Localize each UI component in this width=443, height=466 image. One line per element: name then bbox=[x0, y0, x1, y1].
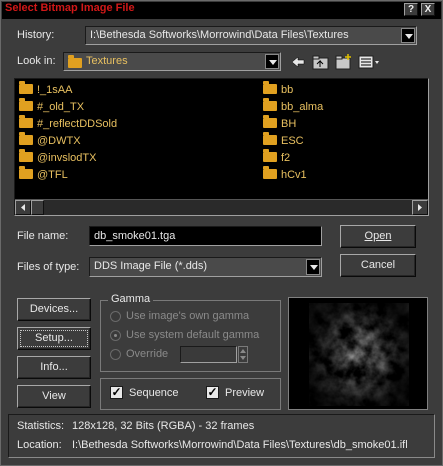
window-title: Select Bitmap Image File bbox=[5, 2, 135, 14]
chevron-down-icon[interactable] bbox=[306, 259, 320, 275]
devices-button[interactable]: Devices... bbox=[17, 298, 91, 321]
filename-label: File name: bbox=[17, 230, 69, 242]
open-button[interactable]: Open bbox=[340, 225, 416, 248]
gamma-override-radio[interactable] bbox=[110, 349, 121, 360]
gamma-spinner[interactable] bbox=[238, 346, 248, 363]
gamma-override-label: Override bbox=[126, 348, 169, 360]
location-label: Location: bbox=[17, 439, 62, 451]
info-button[interactable]: Info... bbox=[17, 356, 91, 379]
sequence-label: Sequence bbox=[129, 387, 179, 399]
gamma-title: Gamma bbox=[108, 293, 154, 305]
smoke-texture-image bbox=[289, 298, 427, 409]
spinner-arrows-icon bbox=[240, 349, 246, 360]
view-button[interactable]: View bbox=[17, 385, 91, 408]
view-menu-icon[interactable] bbox=[358, 53, 379, 71]
horizontal-scrollbar[interactable] bbox=[15, 199, 428, 215]
folder-icon bbox=[263, 149, 277, 162]
filetype-combo[interactable]: DDS Image File (*.dds) bbox=[89, 257, 322, 277]
setup-button[interactable]: Setup... bbox=[17, 327, 91, 350]
folder-icon bbox=[263, 115, 277, 128]
folder-icon bbox=[263, 132, 277, 145]
list-item[interactable]: hCv1 bbox=[263, 166, 307, 185]
list-item[interactable]: !_1sAA bbox=[19, 81, 72, 100]
list-item[interactable]: @DWTX bbox=[19, 132, 81, 151]
history-combo[interactable]: I:\Bethesda Softworks\Morrowind\Data Fil… bbox=[85, 26, 417, 45]
folder-icon bbox=[19, 149, 33, 162]
folder-icon bbox=[19, 81, 33, 94]
folder-icon bbox=[19, 115, 33, 128]
folder-icon bbox=[263, 81, 277, 94]
preview-checkbox[interactable]: ✓ bbox=[206, 386, 219, 399]
close-button[interactable]: X bbox=[421, 3, 435, 16]
folder-icon bbox=[68, 55, 82, 68]
lookin-combo[interactable]: Textures bbox=[63, 52, 281, 71]
list-item[interactable]: bb_alma bbox=[263, 98, 323, 117]
list-item[interactable]: #_reflectDDSold bbox=[19, 115, 117, 134]
image-preview bbox=[288, 297, 428, 410]
sequence-checkbox[interactable]: ✓ bbox=[110, 386, 123, 399]
stats-label: Statistics: bbox=[17, 420, 65, 432]
scroll-thumb[interactable] bbox=[31, 200, 44, 215]
location-value: I:\Bethesda Softworks\Morrowind\Data Fil… bbox=[72, 439, 408, 451]
list-item[interactable]: ESC bbox=[263, 132, 304, 151]
gamma-system-label: Use system default gamma bbox=[126, 329, 260, 341]
lookin-label: Look in: bbox=[17, 55, 56, 67]
up-folder-icon[interactable] bbox=[312, 53, 330, 71]
help-button[interactable]: ? bbox=[404, 3, 418, 16]
list-item[interactable]: #_old_TX bbox=[19, 98, 84, 117]
scroll-right-icon[interactable] bbox=[412, 200, 428, 215]
folder-icon bbox=[263, 98, 277, 111]
back-icon[interactable] bbox=[289, 53, 307, 71]
folder-icon bbox=[19, 166, 33, 179]
history-value: I:\Bethesda Softworks\Morrowind\Data Fil… bbox=[90, 29, 349, 41]
gamma-override-field[interactable] bbox=[180, 346, 237, 363]
list-item[interactable]: @invslodTX bbox=[19, 149, 96, 168]
folder-icon bbox=[19, 132, 33, 145]
filetype-value: DDS Image File (*.dds) bbox=[94, 260, 208, 272]
filename-value: db_smoke01.tga bbox=[94, 230, 176, 242]
history-label: History: bbox=[17, 29, 55, 41]
preview-label: Preview bbox=[225, 387, 265, 399]
chevron-down-icon[interactable] bbox=[401, 28, 415, 43]
filetype-label: Files of type: bbox=[17, 261, 80, 273]
lookin-value: Textures bbox=[86, 55, 128, 67]
filename-field[interactable]: db_smoke01.tga bbox=[89, 226, 322, 246]
gamma-own-label: Use image's own gamma bbox=[126, 310, 250, 322]
gamma-own-radio[interactable] bbox=[110, 311, 121, 322]
folder-icon bbox=[263, 166, 277, 179]
chevron-down-icon[interactable] bbox=[265, 54, 279, 69]
new-folder-icon[interactable] bbox=[335, 53, 353, 71]
cancel-button[interactable]: Cancel bbox=[340, 254, 416, 277]
gamma-system-radio[interactable] bbox=[110, 330, 121, 341]
stats-value: 128x128, 32 Bits (RGBA) - 32 frames bbox=[72, 420, 255, 432]
folder-icon bbox=[19, 98, 33, 111]
list-item[interactable]: @TFL bbox=[19, 166, 68, 185]
scroll-left-icon[interactable] bbox=[15, 200, 31, 215]
file-list[interactable]: !_1sAA #_old_TX #_reflectDDSold @DWTX @i… bbox=[14, 78, 429, 216]
